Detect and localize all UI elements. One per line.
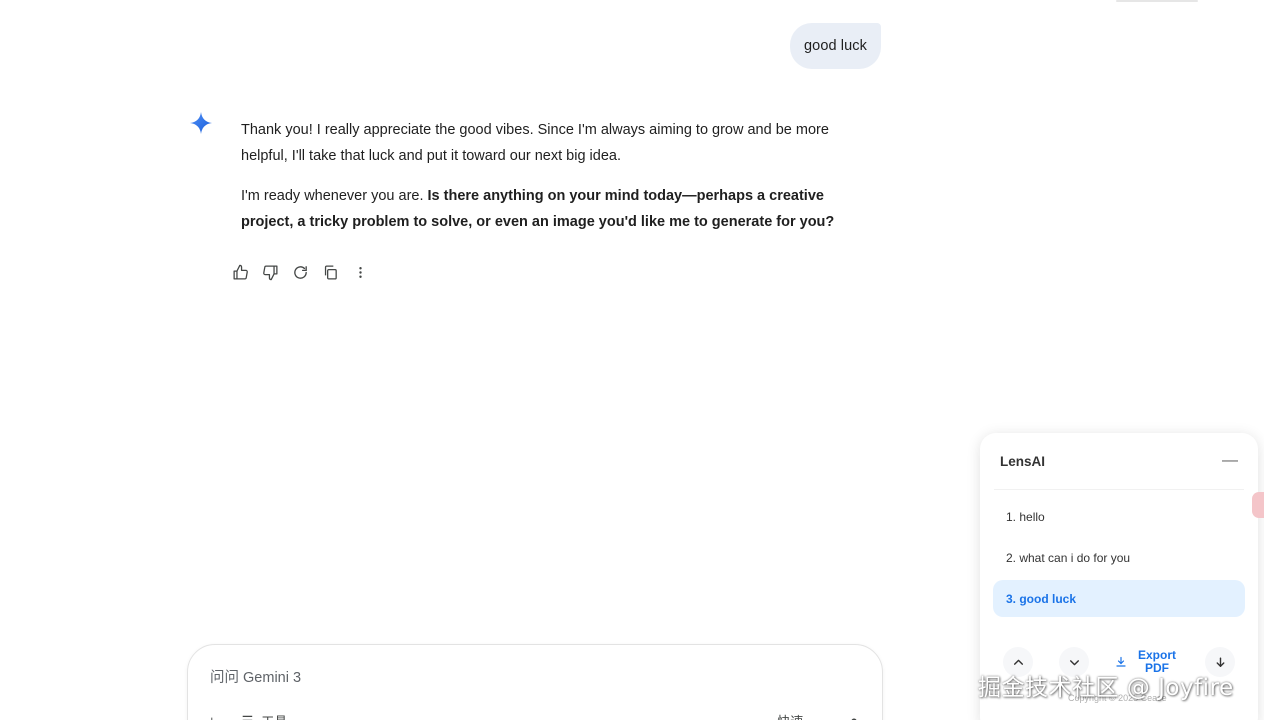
chevron-up-icon bbox=[1013, 659, 1023, 665]
prompt-input[interactable]: 问问 Gemini 3 bbox=[210, 666, 301, 687]
arrow-down-icon bbox=[1216, 656, 1224, 667]
user-message-bubble: good luck bbox=[790, 23, 881, 69]
mode-selector[interactable]: 快速 ⌄ bbox=[777, 711, 822, 720]
divider bbox=[994, 489, 1244, 490]
lensai-item[interactable]: 2. what can i do for you bbox=[993, 539, 1245, 576]
add-button[interactable]: + bbox=[208, 713, 216, 720]
lensai-item-label: 3. good luck bbox=[1006, 591, 1077, 606]
tools-button[interactable]: ☰ 工具 bbox=[242, 711, 288, 720]
chevron-down-icon bbox=[1069, 659, 1079, 665]
refresh-icon[interactable] bbox=[290, 262, 311, 283]
assistant-paragraph-text: I'm ready whenever you are. bbox=[241, 188, 428, 204]
gemini-chat-page: good luck Thank you! I really appreciate… bbox=[0, 0, 1264, 720]
lensai-item[interactable]: 1. hello bbox=[993, 498, 1245, 535]
lensai-question-list: 1. hello 2. what can i do for you 3. goo… bbox=[993, 498, 1245, 621]
prompt-input-box[interactable]: 问问 Gemini 3 + ☰ 工具 快速 ⌄ ● bbox=[187, 644, 883, 720]
watermark-text: 掘金技术社区 @ Joyfire bbox=[978, 675, 1234, 701]
chevron-down-icon: ⌄ bbox=[811, 712, 823, 720]
mic-icon: ● bbox=[850, 713, 858, 720]
assistant-response: Thank you! I really appreciate the good … bbox=[241, 117, 861, 249]
copy-icon[interactable] bbox=[320, 262, 341, 283]
assistant-paragraph-text: Thank you! I really appreciate the good … bbox=[241, 122, 829, 164]
lensai-header: LensAI — bbox=[1000, 453, 1238, 469]
user-message-text: good luck bbox=[804, 38, 867, 54]
more-vert-icon[interactable] bbox=[350, 262, 371, 283]
minimize-icon[interactable]: — bbox=[1222, 453, 1238, 469]
lensai-title: LensAI bbox=[1000, 453, 1046, 469]
mode-label: 快速 bbox=[777, 711, 803, 720]
lensai-item-label: 2. what can i do for you bbox=[1006, 550, 1131, 565]
top-bar-fragment bbox=[1116, 0, 1198, 2]
gemini-sparkle-icon bbox=[189, 111, 213, 135]
input-tools-row: + ☰ 工具 bbox=[208, 711, 287, 720]
input-right-controls: 快速 ⌄ ● bbox=[777, 711, 858, 720]
mic-button[interactable]: ● bbox=[850, 713, 858, 720]
lensai-item-active[interactable]: 3. good luck bbox=[993, 580, 1245, 617]
edge-badge bbox=[1252, 492, 1264, 518]
tools-icon: ☰ bbox=[241, 712, 254, 720]
download-icon bbox=[1116, 656, 1126, 667]
response-actions bbox=[230, 262, 371, 283]
assistant-paragraph: Thank you! I really appreciate the good … bbox=[241, 117, 861, 169]
assistant-paragraph: I'm ready whenever you are. Is there any… bbox=[241, 183, 861, 235]
thumbs-down-icon[interactable] bbox=[260, 262, 281, 283]
lensai-item-label: 1. hello bbox=[1006, 509, 1045, 524]
tools-label: 工具 bbox=[261, 711, 287, 720]
thumbs-up-icon[interactable] bbox=[230, 262, 251, 283]
plus-icon: + bbox=[208, 713, 216, 720]
